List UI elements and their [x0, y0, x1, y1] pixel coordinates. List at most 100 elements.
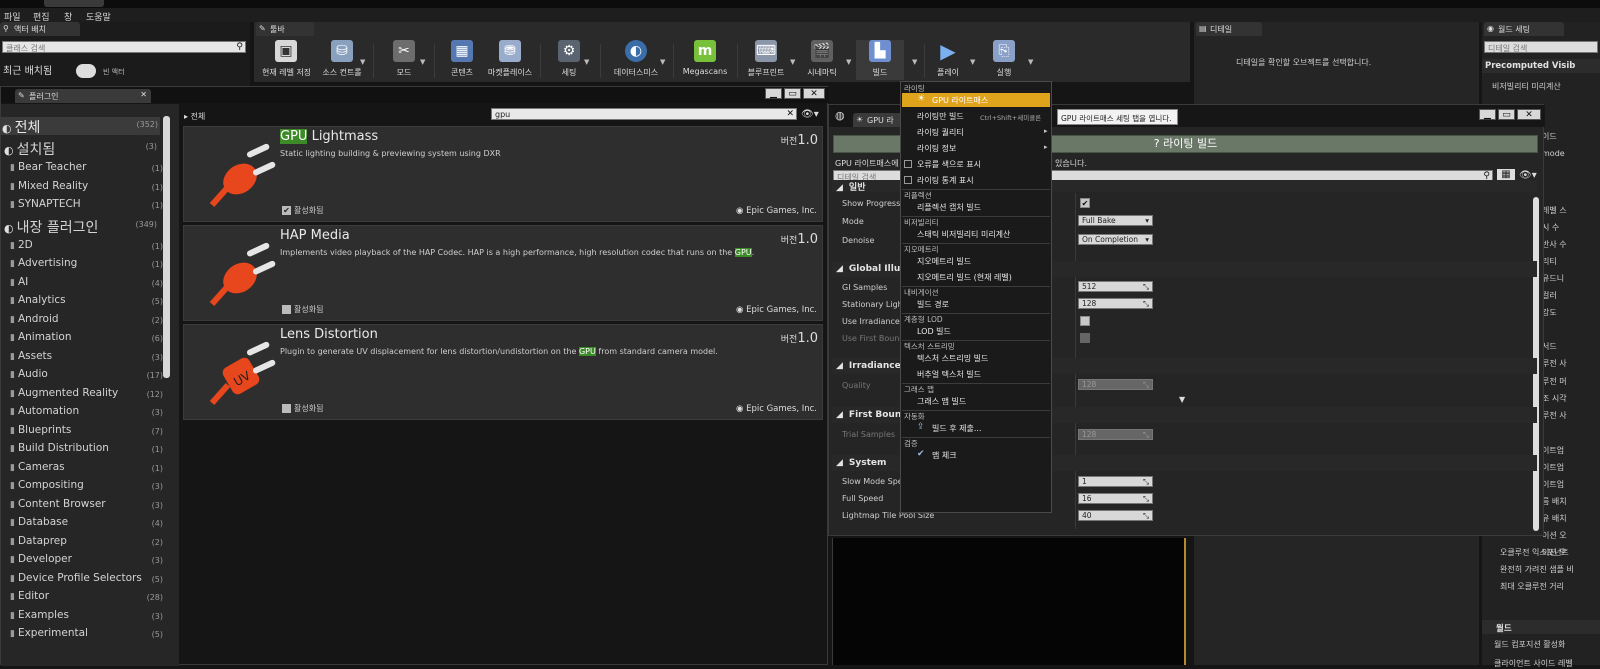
category-item[interactable]: ▮ SYNAPTECH (1): [10, 198, 165, 216]
menu-item[interactable]: 지오메트리 빌드: [917, 256, 971, 267]
category-item[interactable]: ▮ Device Profile Selectors (5): [10, 572, 165, 590]
category-item[interactable]: ◐ 내장 플러그인 (349): [4, 217, 159, 235]
category-item[interactable]: ▮ Android (2): [10, 313, 165, 331]
clear-search-icon[interactable]: ✕: [786, 109, 794, 119]
play-button[interactable]: ▶ 플레이: [924, 40, 972, 80]
plugin-enabled-checkbox[interactable]: ✔ 활성화됨: [282, 205, 323, 216]
category-item[interactable]: ▮ Developer (3): [10, 553, 165, 571]
category-item[interactable]: ▮ Editor (28): [10, 590, 165, 608]
menu-checkbox[interactable]: [904, 176, 912, 184]
menu-item[interactable]: 라이팅 정보: [917, 143, 956, 154]
category-item[interactable]: ▮ Cameras (1): [10, 461, 165, 479]
menu-item[interactable]: 오류를 색으로 표시: [917, 159, 981, 170]
category-item[interactable]: ◐ 설치됨 (3): [4, 139, 159, 157]
plugin-company-link[interactable]: ◉ Epic Games, Inc.: [736, 404, 817, 414]
play-dropdown-icon[interactable]: ▼: [970, 58, 975, 66]
category-item[interactable]: ▮ Assets (3): [10, 350, 165, 368]
category-item[interactable]: ▮ Audio (17): [10, 368, 165, 386]
content-button[interactable]: ▦ 콘텐츠: [438, 40, 486, 80]
menu-item[interactable]: 그래스 맵 빌드: [917, 396, 966, 407]
menu-item[interactable]: 빌드 후 제출...: [932, 423, 982, 434]
plugin-enabled-checkbox[interactable]: 활성화됨: [282, 403, 323, 414]
tab-place-actors[interactable]: ⚲ 액터 배치: [0, 22, 80, 36]
category-item[interactable]: ▮ AI (4): [10, 276, 165, 294]
gpu-minimize-button[interactable]: ▁: [1479, 109, 1496, 120]
plugin-card-hap-media[interactable]: HAP Media Implements video playback of t…: [183, 225, 823, 321]
category-item[interactable]: ▮ Examples (3): [10, 609, 165, 627]
menu-item[interactable]: 빌드 경로: [917, 299, 949, 310]
modes-dropdown-icon[interactable]: ▼: [420, 58, 425, 66]
tab-plugins[interactable]: ✎ 플러그인 ✕: [15, 89, 151, 103]
view-options-eye-icon[interactable]: 👁▾: [801, 109, 819, 120]
menu-item[interactable]: 리플렉션 캡처 빌드: [917, 202, 981, 213]
category-item[interactable]: ▮ Bear Teacher (1): [10, 161, 165, 179]
full-speed-input[interactable]: 16 ⤡: [1078, 493, 1153, 504]
category-item[interactable]: ▮ Advertising (1): [10, 257, 165, 275]
category-item[interactable]: ▮ Blueprints (7): [10, 424, 165, 442]
datasmith-button[interactable]: ◐ 데이터스미스: [612, 40, 660, 80]
category-item[interactable]: ▮ Augmented Reality (12): [10, 387, 165, 405]
gpu-maximize-button[interactable]: ▭: [1498, 109, 1515, 120]
category-item[interactable]: ▮ Analytics (5): [10, 294, 165, 312]
menu-item[interactable]: 맵 체크: [932, 450, 957, 461]
category-item[interactable]: ▮ Dataprep (2): [10, 535, 165, 553]
breadcrumb-all[interactable]: 전체: [191, 112, 206, 121]
menu-item[interactable]: 스태틱 비저빌리티 미리계산: [917, 229, 1010, 240]
gpu-close-button[interactable]: ✕: [1517, 109, 1541, 120]
tab-world-settings[interactable]: ◉ 월드 세팅: [1484, 22, 1564, 36]
category-item[interactable]: ▮ Animation (6): [10, 331, 165, 349]
slow-mode-speed-input[interactable]: 1 ⤡: [1078, 476, 1153, 487]
advanced-expand-icon[interactable]: ▼: [1179, 395, 1185, 404]
category-item[interactable]: ◐ 전체 (352): [0, 117, 160, 135]
blueprints-dropdown-icon[interactable]: ▼: [790, 58, 795, 66]
launch-button[interactable]: ⎘ 실행: [980, 40, 1028, 80]
viewport[interactable]: [832, 538, 1186, 665]
close-tab-icon[interactable]: ✕: [140, 90, 147, 99]
category-item[interactable]: ▮ Build Distribution (1): [10, 442, 165, 460]
category-item[interactable]: ▮ Compositing (3): [10, 479, 165, 497]
menu-item[interactable]: 라이팅 퀄리티: [917, 127, 964, 138]
menu-item[interactable]: 라이팅 통계 표시: [917, 175, 974, 186]
plugin-card-gpu-lightmass[interactable]: GPU Lightmass Static lighting building &…: [183, 126, 823, 222]
category-item[interactable]: ▮ Content Browser (3): [10, 498, 165, 516]
plugin-search-input[interactable]: gpu ✕: [491, 108, 797, 120]
category-item[interactable]: ▮ Experimental (5): [10, 627, 165, 645]
menu-item[interactable]: 라이팅만 빌드: [917, 111, 964, 122]
megascans-button[interactable]: m Megascans: [681, 40, 729, 80]
denoise-combo[interactable]: On Completion ▾: [1078, 234, 1153, 245]
class-search-input[interactable]: 클래스 검색 ⚲: [2, 41, 246, 53]
empty-actor-label[interactable]: 빈 액터: [103, 67, 125, 77]
close-window-button[interactable]: ✕: [803, 88, 825, 99]
blueprints-button[interactable]: ⌨ 블루프린트: [742, 40, 790, 80]
cinematics-button[interactable]: 🎬 시네마틱: [798, 40, 846, 80]
source-control-button[interactable]: ⛁ 소스 컨트롤: [318, 40, 366, 80]
save-level-button[interactable]: ▣ 현재 레벨 저장: [262, 40, 310, 80]
title-tab[interactable]: [44, 0, 104, 7]
menu-item[interactable]: 버추얼 텍스처 빌드: [917, 369, 981, 380]
world-details-search-input[interactable]: 디테일 검색: [1484, 41, 1598, 53]
lightmap-tile-pool-input[interactable]: 40 ⤡: [1078, 510, 1153, 521]
maximize-button[interactable]: ▭: [784, 88, 801, 99]
show-progress-checkbox[interactable]: ✔: [1080, 198, 1090, 208]
plugin-company-link[interactable]: ◉ Epic Games, Inc.: [736, 206, 817, 216]
tab-toolbar[interactable]: ✎ 툴바: [256, 22, 314, 36]
quality-input[interactable]: 128 ⤡: [1078, 379, 1153, 390]
datasmith-dropdown-icon[interactable]: ▼: [660, 58, 665, 66]
marketplace-button[interactable]: ⛃ 마켓플레이스: [486, 40, 534, 80]
plugin-card-lens-distortion[interactable]: UV Lens Distortion Plugin to generate UV…: [183, 324, 823, 420]
source-control-dropdown-icon[interactable]: ▼: [360, 58, 365, 66]
mode-combo[interactable]: Full Bake ▾: [1078, 215, 1153, 226]
use-first-bounce-checkbox[interactable]: [1080, 333, 1090, 343]
launch-dropdown-icon[interactable]: ▼: [1028, 58, 1033, 66]
menu-item[interactable]: GPU 라이트매스: [932, 95, 988, 106]
category-item[interactable]: ▮ 2D (1): [10, 239, 165, 257]
minimize-button[interactable]: ▁: [765, 88, 782, 99]
category-item[interactable]: ▮ Mixed Reality (1): [10, 180, 165, 198]
plugin-company-link[interactable]: ◉ Epic Games, Inc.: [736, 305, 817, 315]
use-irradiance-checkbox[interactable]: [1080, 316, 1090, 326]
menu-item[interactable]: LOD 빌드: [917, 326, 951, 337]
trial-samples-input[interactable]: 128 ⤡: [1078, 429, 1153, 440]
category-item[interactable]: ▮ Automation (3): [10, 405, 165, 423]
tab-details[interactable]: ▤ 디테일: [1196, 22, 1262, 36]
build-button[interactable]: ▙ 빌드: [856, 40, 904, 80]
